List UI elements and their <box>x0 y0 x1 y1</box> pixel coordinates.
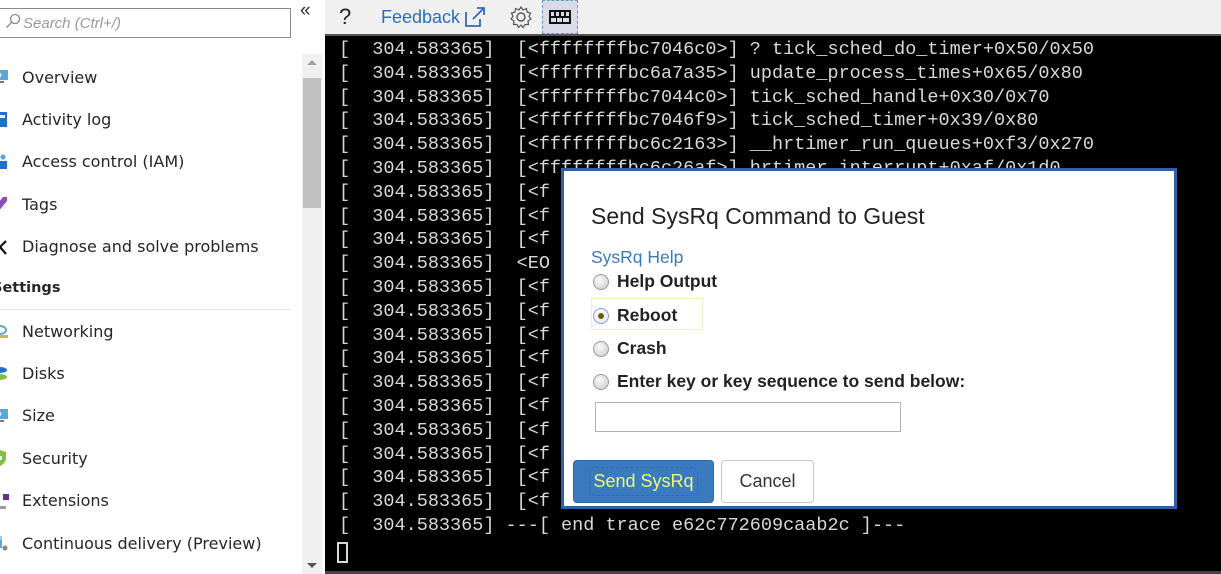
scroll-up-arrow-icon[interactable] <box>307 60 317 65</box>
sidebar-scrollbar[interactable] <box>302 54 322 574</box>
sidebar-item-disks[interactable]: Disks <box>0 352 300 394</box>
sidebar-item-tags[interactable]: Tags <box>0 183 300 225</box>
collapse-sidebar-button[interactable]: « <box>300 0 318 22</box>
sysrq-dialog: Send SysRq Command to Guest SysRq Help H… <box>561 168 1177 509</box>
sidebar-item-continuous-delivery[interactable]: Continuous delivery (Preview) <box>0 522 300 564</box>
sidebar-item-access-control[interactable]: Access control (IAM) <box>0 141 300 183</box>
sidebar-item-label: Access control (IAM) <box>22 152 185 172</box>
radio-reboot[interactable] <box>593 307 609 324</box>
sidebar-item-extensions[interactable]: Extensions <box>0 480 300 522</box>
send-sysrq-label: Send SysRq <box>589 467 698 496</box>
sidebar-item-activity-log[interactable]: Activity log <box>0 98 300 140</box>
help-button[interactable]: ? <box>339 4 359 30</box>
section-header-settings: Settings <box>0 268 291 310</box>
network-icon <box>0 322 22 340</box>
sidebar: « Overview Activity log Access control (… <box>0 0 325 574</box>
gear-icon[interactable] <box>508 4 534 30</box>
sidebar-item-size[interactable]: Size <box>0 395 300 437</box>
console-line: [ 304.583365] [<ffffffffbc7046f9>] tick_… <box>339 110 1039 132</box>
shield-icon <box>0 449 22 467</box>
radio-crash[interactable] <box>593 340 609 357</box>
console-line: [ 304.583365] ---[ end trace e62c772609c… <box>339 514 906 536</box>
sidebar-item-overview[interactable]: Overview <box>0 56 300 98</box>
radio-key-sequence[interactable] <box>593 373 609 390</box>
search-icon <box>0 13 23 33</box>
console-line: [ 304.583365] [<ffffffffbc6a7a35>] updat… <box>339 62 1083 84</box>
option-label: Help Output <box>617 271 718 291</box>
console-line: [ 304.583365] [<ffffffffbc7044c0>] tick_… <box>339 86 1050 108</box>
tag-icon <box>0 195 22 213</box>
sidebar-item-label: Diagnose and solve problems <box>22 237 259 257</box>
delivery-icon <box>0 534 22 552</box>
sidebar-item-label: Size <box>22 406 55 426</box>
sysrq-help-link[interactable]: SysRq Help <box>591 247 683 268</box>
cancel-button[interactable]: Cancel <box>721 460 814 503</box>
option-help-output[interactable]: Help Output <box>593 271 717 292</box>
search-box[interactable] <box>0 8 291 38</box>
disk-icon <box>0 365 22 383</box>
console-line: [ 304.583365] [<ffffffffbc6c2163>] __hrt… <box>339 134 1094 156</box>
option-label: Enter key or key sequence to send below: <box>617 371 966 391</box>
scroll-down-arrow-icon[interactable] <box>307 563 317 568</box>
search-input[interactable] <box>23 14 273 32</box>
sidebar-item-label: Continuous delivery (Preview) <box>22 533 262 553</box>
sidebar-item-security[interactable]: Security <box>0 437 300 479</box>
option-label: Reboot <box>617 305 678 325</box>
sidebar-item-label: Activity log <box>22 110 112 130</box>
dialog-title: Send SysRq Command to Guest <box>591 203 925 229</box>
key-sequence-input[interactable] <box>595 402 901 432</box>
keyboard-button[interactable] <box>542 0 579 34</box>
monitor-icon <box>0 407 22 425</box>
external-link-icon <box>465 7 485 27</box>
feedback-label: Feedback <box>381 6 461 27</box>
sidebar-item-label: Extensions <box>22 491 109 511</box>
keyboard-icon <box>549 10 572 24</box>
console-cursor <box>337 542 348 563</box>
radio-help-output[interactable] <box>593 273 609 290</box>
option-key-sequence[interactable]: Enter key or key sequence to send below: <box>593 371 965 392</box>
sidebar-item-label: Disks <box>22 364 65 384</box>
console-line: [ 304.583365] [<ffffffffbc7046c0>] ? tic… <box>339 39 1094 60</box>
extensions-icon <box>0 492 22 510</box>
wrench-icon <box>0 238 22 256</box>
console-toolbar: ? Feedback <box>325 0 1221 34</box>
option-reboot[interactable]: Reboot <box>593 305 677 326</box>
sidebar-item-label: Tags <box>22 194 58 214</box>
people-icon <box>0 153 22 171</box>
send-sysrq-button[interactable]: Send SysRq <box>573 460 714 503</box>
monitor-icon <box>0 68 22 86</box>
scroll-thumb[interactable] <box>303 78 321 208</box>
sidebar-nav: Overview Activity log Access control (IA… <box>0 56 300 564</box>
sidebar-item-label: Networking <box>22 321 114 341</box>
sidebar-item-networking[interactable]: Networking <box>0 310 300 352</box>
sidebar-item-diagnose[interactable]: Diagnose and solve problems <box>0 226 300 268</box>
sidebar-item-label: Security <box>22 448 88 468</box>
option-label: Crash <box>617 338 667 358</box>
feedback-link[interactable]: Feedback <box>381 6 486 28</box>
option-crash[interactable]: Crash <box>593 338 667 359</box>
activity-log-icon <box>0 111 22 129</box>
sidebar-item-label: Overview <box>22 67 98 87</box>
